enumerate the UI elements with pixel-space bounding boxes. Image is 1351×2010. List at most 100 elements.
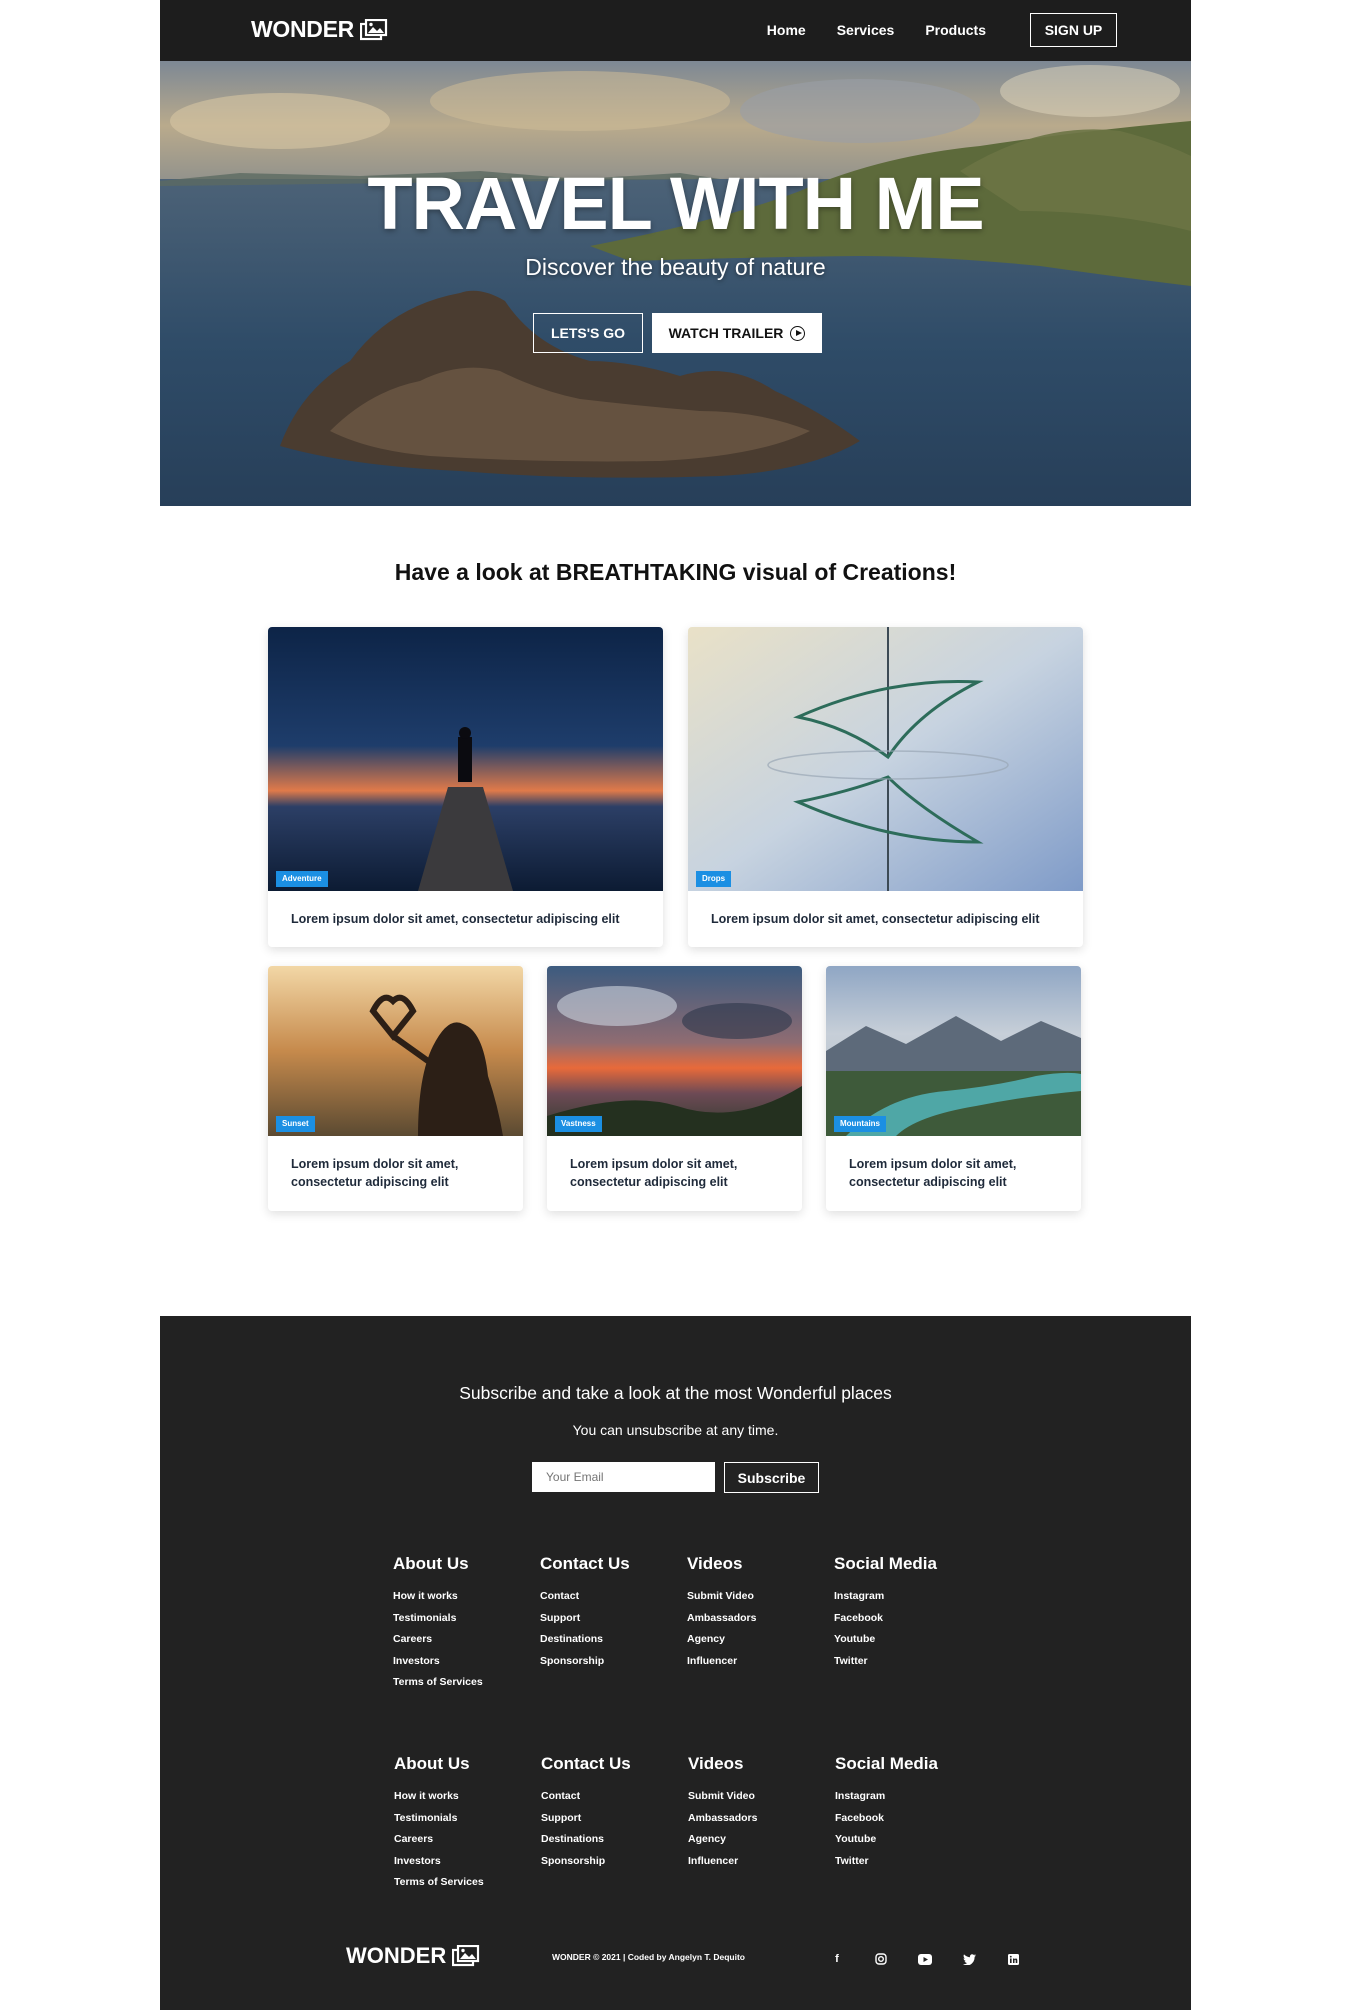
footer-col-social: Social Media Instagram Facebook Youtube … xyxy=(834,1554,981,1694)
footer-link[interactable]: Ambassadors xyxy=(688,1808,835,1830)
footer-brand-logo[interactable]: WONDER xyxy=(346,1943,480,1969)
footer-col-heading: About Us xyxy=(393,1554,469,1573)
nav-home[interactable]: Home xyxy=(767,22,806,38)
footer-link[interactable]: Instagram xyxy=(835,1786,982,1808)
footer-col-heading: Social Media xyxy=(835,1754,938,1773)
footer-link[interactable]: Support xyxy=(540,1608,687,1630)
brand-name: WONDER xyxy=(251,16,354,42)
hero-landscape-image xyxy=(160,61,1191,506)
footer-link[interactable]: Facebook xyxy=(835,1808,982,1830)
card-text: Lorem ipsum dolor sit amet, consectetur … xyxy=(570,1157,738,1189)
lets-go-button[interactable]: LETS'S GO xyxy=(533,313,643,353)
hero-section: TRAVEL WITH ME Discover the beauty of na… xyxy=(160,61,1191,506)
navbar: WONDER Home Services Products SIGN UP xyxy=(160,0,1191,61)
youtube-icon[interactable] xyxy=(917,1951,933,1967)
footer-link[interactable]: Support xyxy=(541,1808,688,1830)
watch-trailer-button[interactable]: WATCH TRAILER xyxy=(652,313,822,353)
footer-col-social: Social Media Instagram Facebook Youtube … xyxy=(835,1754,982,1894)
footer-links-secondary: About Us How it works Testimonials Caree… xyxy=(394,1754,982,1894)
card-tag: Drops xyxy=(696,871,732,887)
card-text: Lorem ipsum dolor sit amet, consectetur … xyxy=(291,912,620,926)
footer-link[interactable]: Sponsorship xyxy=(541,1851,688,1873)
gallery-card[interactable]: Mountains Lorem ipsum dolor sit amet, co… xyxy=(826,966,1081,1211)
subscribe-title: Subscribe and take a look at the most Wo… xyxy=(459,1383,892,1403)
nav-links: Home Services Products xyxy=(767,22,986,38)
instagram-icon[interactable] xyxy=(873,1951,889,1967)
facebook-icon[interactable]: f xyxy=(829,1951,845,1967)
footer-link[interactable]: Testimonials xyxy=(394,1808,541,1830)
footer-link[interactable]: Contact xyxy=(540,1586,687,1608)
footer-link[interactable]: Influencer xyxy=(687,1651,834,1673)
card-text: Lorem ipsum dolor sit amet, consectetur … xyxy=(849,1157,1017,1189)
card-text: Lorem ipsum dolor sit amet, consectetur … xyxy=(711,912,1040,926)
footer-link[interactable]: How it works xyxy=(394,1786,541,1808)
footer-col-videos: Videos Submit Video Ambassadors Agency I… xyxy=(688,1754,835,1894)
hero-buttons: LETS'S GO WATCH TRAILER xyxy=(533,313,822,353)
footer-link[interactable]: How it works xyxy=(393,1586,540,1608)
footer-link[interactable]: Facebook xyxy=(834,1608,981,1630)
card-text: Lorem ipsum dolor sit amet, consectetur … xyxy=(291,1157,459,1189)
subscribe-button[interactable]: Subscribe xyxy=(724,1462,819,1493)
footer-link[interactable]: Submit Video xyxy=(687,1586,834,1608)
gallery-card[interactable]: Vastness Lorem ipsum dolor sit amet, con… xyxy=(547,966,802,1211)
footer-link[interactable]: Terms of Services xyxy=(393,1672,540,1694)
card-image-sunset xyxy=(268,966,523,1136)
hero-title: TRAVEL WITH ME xyxy=(367,162,984,245)
footer-col-heading: Contact Us xyxy=(540,1554,630,1573)
gallery-card[interactable]: Sunset Lorem ipsum dolor sit amet, conse… xyxy=(268,966,523,1211)
footer-link[interactable]: Agency xyxy=(687,1629,834,1651)
watch-trailer-label: WATCH TRAILER xyxy=(668,325,784,341)
footer-link[interactable]: Careers xyxy=(393,1629,540,1651)
gallery-logo-icon xyxy=(359,18,388,40)
gallery-card[interactable]: Adventure Lorem ipsum dolor sit amet, co… xyxy=(268,627,663,947)
subscribe-note: You can unsubscribe at any time. xyxy=(572,1422,779,1438)
nav-products[interactable]: Products xyxy=(925,22,986,38)
brand-logo[interactable]: WONDER xyxy=(251,16,388,43)
signup-button[interactable]: SIGN UP xyxy=(1030,13,1117,47)
twitter-icon[interactable] xyxy=(961,1951,977,1967)
card-tag: Mountains xyxy=(834,1116,886,1132)
nav-services[interactable]: Services xyxy=(837,22,895,38)
footer-link[interactable]: Destinations xyxy=(540,1629,687,1651)
footer-link[interactable]: Ambassadors xyxy=(687,1608,834,1630)
footer-link[interactable]: Twitter xyxy=(834,1651,981,1673)
footer-link[interactable]: Twitter xyxy=(835,1851,982,1873)
footer-link[interactable]: Careers xyxy=(394,1829,541,1851)
footer-link[interactable]: Terms of Services xyxy=(394,1872,541,1894)
email-field[interactable] xyxy=(532,1462,715,1492)
footer-col-heading: Videos xyxy=(688,1754,744,1773)
footer-col-heading: Contact Us xyxy=(541,1754,631,1773)
card-image-pier xyxy=(268,627,663,891)
gallery-card[interactable]: Drops Lorem ipsum dolor sit amet, consec… xyxy=(688,627,1083,947)
footer-link[interactable]: Youtube xyxy=(834,1629,981,1651)
footer-col-about: About Us How it works Testimonials Caree… xyxy=(393,1554,540,1694)
hero-subtitle: Discover the beauty of nature xyxy=(525,254,826,280)
footer-link[interactable]: Testimonials xyxy=(393,1608,540,1630)
footer-col-heading: About Us xyxy=(394,1754,470,1773)
footer-link[interactable]: Agency xyxy=(688,1829,835,1851)
footer-col-contact: Contact Us Contact Support Destinations … xyxy=(541,1754,688,1894)
footer-col-contact: Contact Us Contact Support Destinations … xyxy=(540,1554,687,1694)
footer-link[interactable]: Destinations xyxy=(541,1829,688,1851)
card-image-mountains xyxy=(826,966,1081,1136)
footer-col-videos: Videos Submit Video Ambassadors Agency I… xyxy=(687,1554,834,1694)
footer-col-about: About Us How it works Testimonials Caree… xyxy=(394,1754,541,1894)
copyright-text: WONDER © 2021 | Coded by Angelyn T. Dequ… xyxy=(552,1952,745,1962)
footer: Subscribe and take a look at the most Wo… xyxy=(160,1316,1191,2010)
footer-link[interactable]: Influencer xyxy=(688,1851,835,1873)
footer-link[interactable]: Sponsorship xyxy=(540,1651,687,1673)
footer-link[interactable]: Investors xyxy=(393,1651,540,1673)
card-image-drops xyxy=(688,627,1083,891)
card-tag: Sunset xyxy=(276,1116,315,1132)
footer-links-primary: About Us How it works Testimonials Caree… xyxy=(393,1554,981,1694)
footer-link[interactable]: Youtube xyxy=(835,1829,982,1851)
play-circle-icon xyxy=(790,325,806,341)
footer-link[interactable]: Submit Video xyxy=(688,1786,835,1808)
card-tag: Vastness xyxy=(555,1116,602,1132)
card-tag: Adventure xyxy=(276,871,328,887)
footer-link[interactable]: Instagram xyxy=(834,1586,981,1608)
social-icons: f xyxy=(829,1951,1021,1967)
footer-link[interactable]: Contact xyxy=(541,1786,688,1808)
linkedin-icon[interactable] xyxy=(1005,1951,1021,1967)
footer-link[interactable]: Investors xyxy=(394,1851,541,1873)
